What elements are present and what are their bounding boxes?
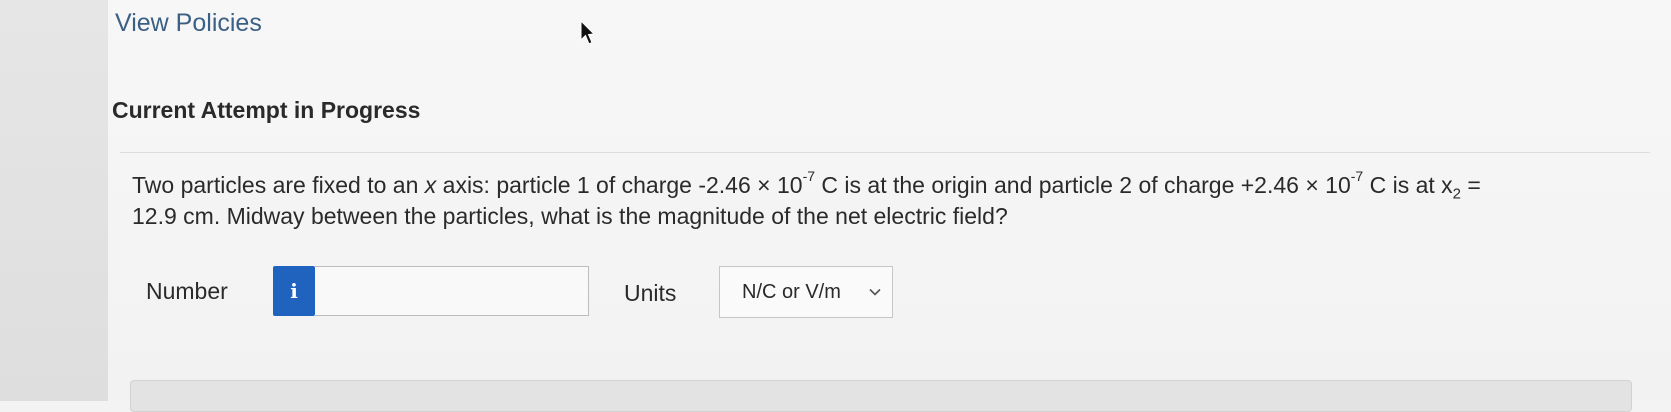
chevron-down-icon [869,288,881,296]
question-text: Two particles are fixed to an x axis: pa… [132,168,1602,232]
next-section-box [130,380,1632,412]
subscript: 2 [1452,185,1462,203]
question-part: axis: particle 1 of charge -2.46 × 10 [436,172,803,198]
number-label: Number [146,278,228,304]
question-part: C is at the origin and particle 2 of cha… [815,172,1351,198]
attempt-status-heading: Current Attempt in Progress [112,97,421,123]
exponent: -7 [1350,168,1364,185]
mouse-pointer-icon [580,20,594,45]
units-dropdown[interactable]: N/C or V/m [719,266,893,318]
divider [120,152,1650,153]
units-label: Units [624,280,677,306]
question-part: = [1461,172,1481,198]
question-line-2: 12.9 cm. Midway between the particles, w… [132,203,1008,229]
question-part: C is at x [1363,172,1453,198]
exponent: -7 [802,168,816,185]
units-selected-value: N/C or V/m [742,280,841,303]
question-part: Two particles are fixed to an [132,172,425,198]
info-button[interactable]: i [273,266,315,316]
view-policies-link[interactable]: View Policies [115,9,262,38]
info-icon: i [290,279,298,303]
question-variable: x [424,172,437,198]
left-margin [0,0,108,401]
number-input[interactable] [315,266,589,316]
